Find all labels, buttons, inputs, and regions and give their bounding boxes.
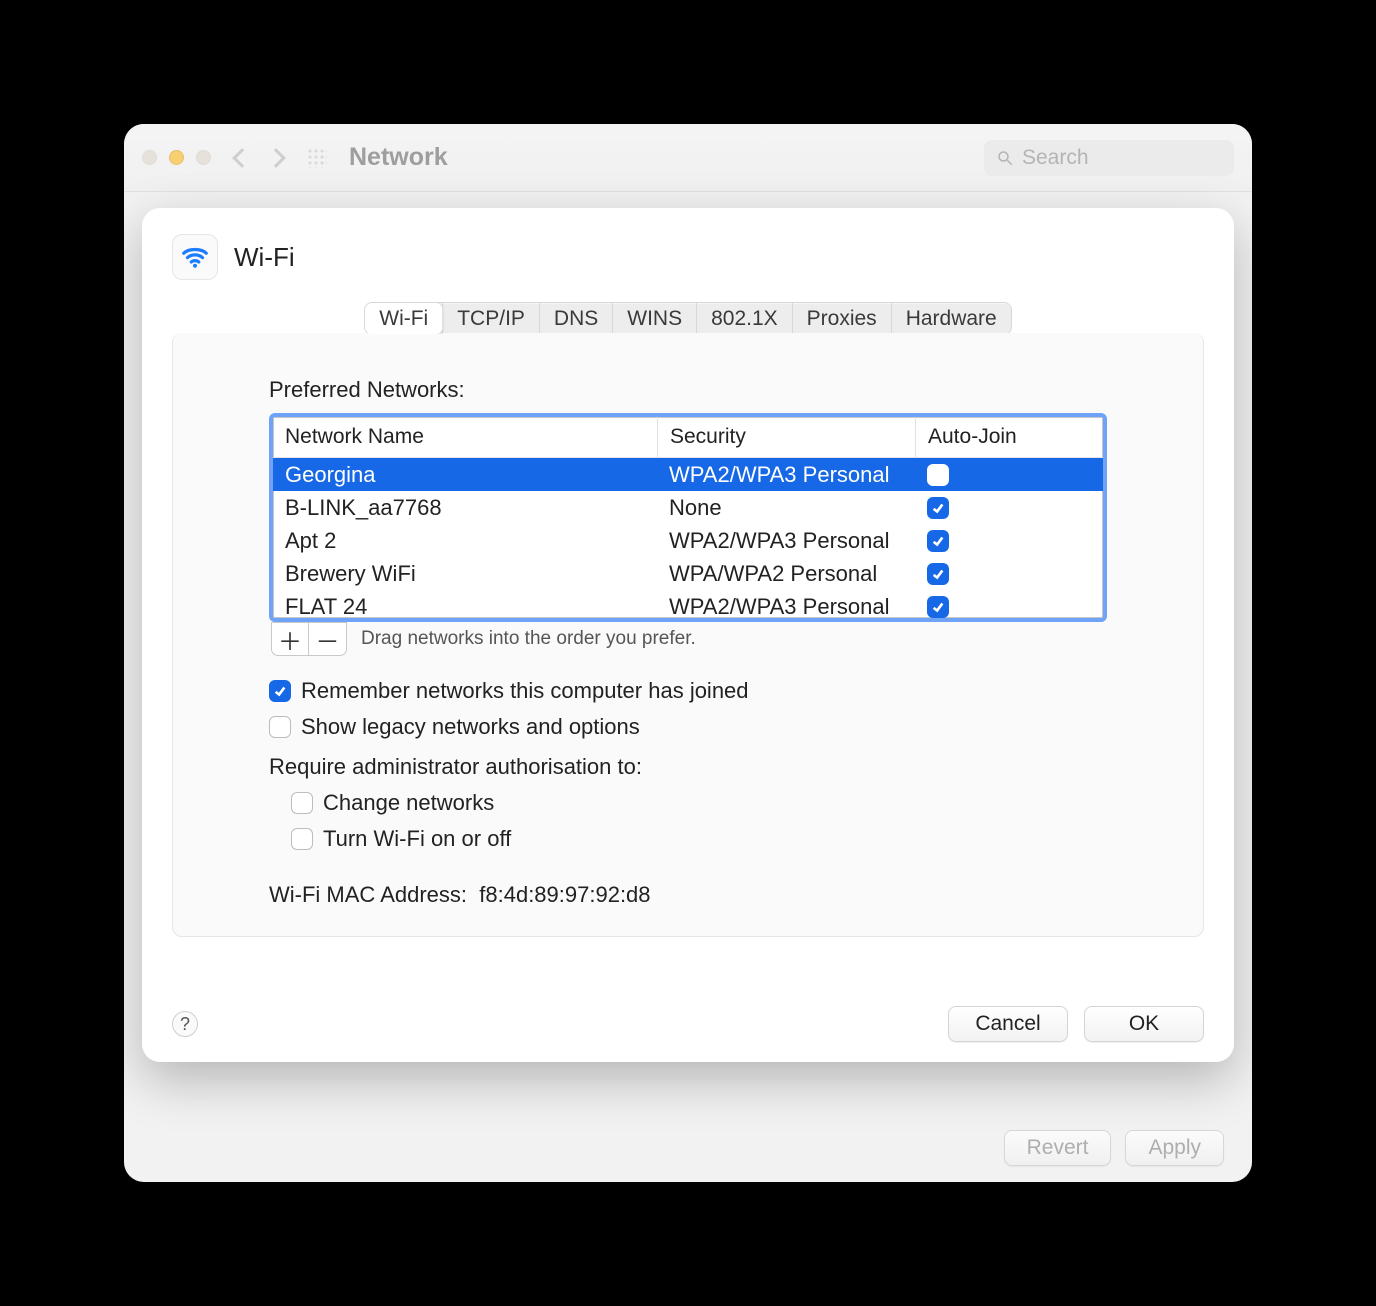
preferred-networks-table[interactable]: Network Name Security Auto-Join Georgina…	[269, 413, 1107, 622]
minimize-dot-icon[interactable]	[169, 150, 184, 165]
network-row[interactable]: GeorginaWPA2/WPA3 Personal	[273, 458, 1103, 491]
network-autojoin-cell	[915, 528, 1103, 554]
traffic-lights	[142, 150, 211, 165]
mac-address: Wi-Fi MAC Address: f8:4d:89:97:92:d8	[269, 882, 1107, 908]
network-row[interactable]: B-LINK_aa7768None	[273, 491, 1103, 524]
col-network-name[interactable]: Network Name	[273, 417, 657, 457]
system-preferences-window: Network Search Revert Apply Wi-Fi Wi-FiT…	[124, 124, 1252, 1182]
network-name: Brewery WiFi	[273, 559, 657, 589]
back-chevron-icon[interactable]	[232, 148, 252, 168]
show-legacy-option[interactable]: Show legacy networks and options	[269, 714, 1107, 740]
change-networks-label: Change networks	[323, 790, 494, 816]
network-autojoin-cell	[915, 495, 1103, 521]
autojoin-checkbox[interactable]	[927, 530, 949, 552]
network-row[interactable]: Brewery WiFiWPA/WPA2 Personal	[273, 557, 1103, 590]
sheet-title: Wi-Fi	[234, 242, 295, 273]
nav-buttons	[235, 151, 283, 165]
show-legacy-checkbox[interactable]	[269, 716, 291, 738]
search-icon	[996, 149, 1014, 167]
wifi-icon-tile	[172, 234, 218, 280]
add-network-button[interactable]: ＋	[271, 622, 309, 656]
tab-tcp-ip[interactable]: TCP/IP	[442, 303, 539, 334]
change-networks-option[interactable]: Change networks	[291, 790, 1107, 816]
forward-chevron-icon[interactable]	[266, 148, 286, 168]
add-remove-controls: ＋ －	[271, 622, 347, 656]
network-name: Georgina	[273, 460, 657, 490]
toggle-wifi-option[interactable]: Turn Wi-Fi on or off	[291, 826, 1107, 852]
autojoin-checkbox[interactable]	[927, 464, 949, 486]
tab-wins[interactable]: WINS	[612, 303, 696, 334]
remember-networks-label: Remember networks this computer has join…	[301, 678, 749, 704]
apply-button[interactable]: Apply	[1125, 1130, 1224, 1166]
network-autojoin-cell	[915, 594, 1103, 619]
all-prefs-grid-icon[interactable]	[307, 148, 327, 168]
toolbar: Network Search	[124, 124, 1252, 192]
col-auto-join[interactable]: Auto-Join	[915, 417, 1103, 457]
network-row[interactable]: Apt 2WPA2/WPA3 Personal	[273, 524, 1103, 557]
search-field[interactable]: Search	[984, 140, 1234, 176]
network-security: WPA2/WPA3 Personal	[657, 460, 915, 490]
toggle-wifi-checkbox[interactable]	[291, 828, 313, 850]
zoom-dot-icon[interactable]	[196, 150, 211, 165]
network-security: WPA2/WPA3 Personal	[657, 526, 915, 556]
network-security: WPA/WPA2 Personal	[657, 559, 915, 589]
ok-button[interactable]: OK	[1084, 1006, 1204, 1042]
col-security[interactable]: Security	[657, 417, 915, 457]
tab-dns[interactable]: DNS	[539, 303, 612, 334]
network-security: WPA2/WPA3 Personal	[657, 592, 915, 619]
settings-tabs: Wi-FiTCP/IPDNSWINS802.1XProxiesHardware	[364, 302, 1011, 335]
network-autojoin-cell	[915, 462, 1103, 488]
remember-networks-checkbox[interactable]	[269, 680, 291, 702]
wifi-advanced-sheet: Wi-Fi Wi-FiTCP/IPDNSWINS802.1XProxiesHar…	[142, 208, 1234, 1062]
search-placeholder: Search	[1022, 146, 1089, 170]
autojoin-checkbox[interactable]	[927, 563, 949, 585]
cancel-button[interactable]: Cancel	[948, 1006, 1068, 1042]
table-header: Network Name Security Auto-Join	[273, 417, 1103, 458]
network-security: None	[657, 493, 915, 523]
toggle-wifi-label: Turn Wi-Fi on or off	[323, 826, 511, 852]
autojoin-checkbox[interactable]	[927, 497, 949, 519]
tab-hardware[interactable]: Hardware	[891, 303, 1011, 334]
wifi-icon	[180, 242, 210, 272]
wifi-tab-content: Preferred Networks: Network Name Securit…	[172, 333, 1204, 937]
network-autojoin-cell	[915, 561, 1103, 587]
help-button[interactable]: ?	[172, 1011, 198, 1037]
tab-802-1x[interactable]: 802.1X	[696, 303, 792, 334]
change-networks-checkbox[interactable]	[291, 792, 313, 814]
remove-network-button[interactable]: －	[309, 622, 347, 656]
network-name: B-LINK_aa7768	[273, 493, 657, 523]
preferred-networks-label: Preferred Networks:	[269, 377, 1107, 403]
show-legacy-label: Show legacy networks and options	[301, 714, 640, 740]
network-name: FLAT 24	[273, 592, 657, 619]
tab-wi-fi[interactable]: Wi-Fi	[364, 302, 443, 335]
close-dot-icon[interactable]	[142, 150, 157, 165]
revert-button[interactable]: Revert	[1004, 1130, 1112, 1166]
require-admin-label: Require administrator authorisation to:	[269, 754, 1107, 780]
drag-hint: Drag networks into the order you prefer.	[361, 628, 696, 650]
tab-proxies[interactable]: Proxies	[792, 303, 891, 334]
network-row[interactable]: FLAT 24WPA2/WPA3 Personal	[273, 590, 1103, 618]
back-window-footer: Revert Apply	[1004, 1130, 1224, 1166]
remember-networks-option[interactable]: Remember networks this computer has join…	[269, 678, 1107, 704]
window-title: Network	[349, 143, 448, 172]
network-name: Apt 2	[273, 526, 657, 556]
autojoin-checkbox[interactable]	[927, 596, 949, 618]
